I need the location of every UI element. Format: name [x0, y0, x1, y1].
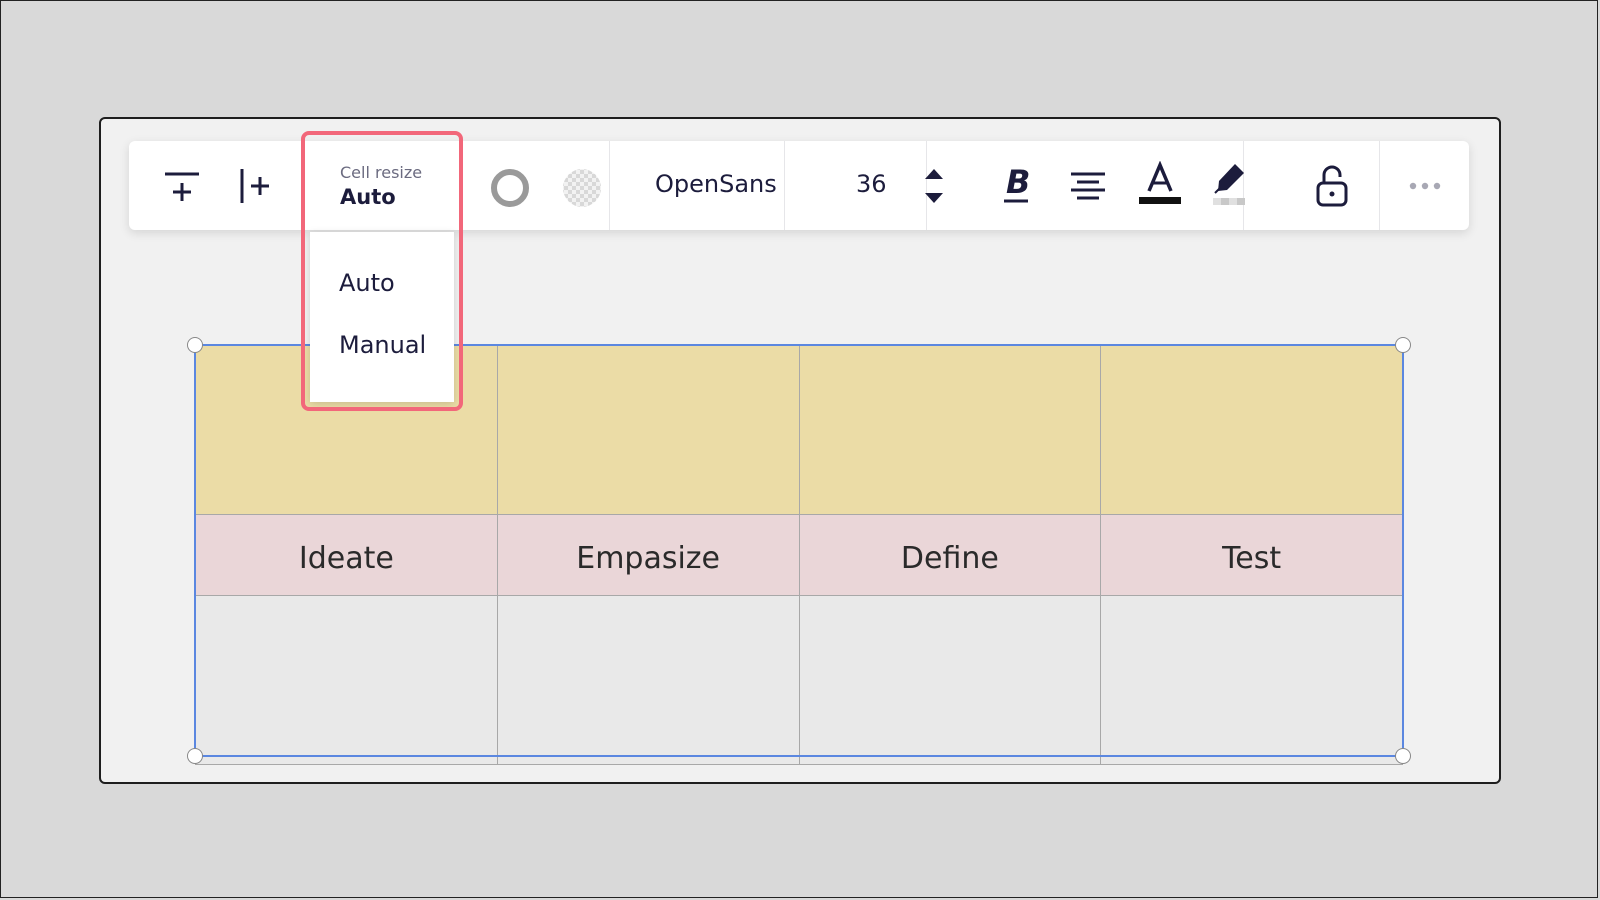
resize-handle-top-right[interactable] — [1395, 337, 1411, 353]
svg-text:B: B — [1006, 163, 1030, 201]
table-cell[interactable]: Ideate — [195, 514, 498, 596]
font-size-decrease-button[interactable] — [920, 187, 948, 209]
font-size-increase-button[interactable] — [920, 163, 948, 185]
table-cell[interactable] — [195, 595, 498, 765]
table-cell[interactable] — [496, 595, 800, 765]
table-cell[interactable]: Empasize — [496, 514, 800, 596]
lock-button[interactable] — [1310, 160, 1354, 212]
table-row — [195, 595, 1403, 765]
table-cell[interactable] — [1100, 345, 1403, 515]
table-cell[interactable] — [496, 345, 800, 515]
transparent-fill-icon — [563, 169, 601, 207]
dropdown-option-manual[interactable]: Manual — [339, 331, 426, 359]
add-column-button[interactable] — [232, 164, 276, 208]
cell-resize-label: Cell resize — [340, 163, 423, 182]
table-cell[interactable] — [798, 345, 1102, 515]
table-cell[interactable]: Test — [1100, 514, 1403, 596]
cell-resize-dropdown: Auto Manual — [310, 232, 454, 402]
border-circle-icon — [491, 169, 529, 207]
table-cell[interactable] — [798, 595, 1102, 765]
table-row: Ideate Empasize Define Test — [195, 514, 1403, 596]
add-column-icon — [240, 169, 269, 203]
add-row-button[interactable] — [160, 164, 204, 208]
caret-down-icon — [925, 193, 943, 203]
cell-resize-select[interactable]: Cell resize Auto — [310, 141, 454, 230]
highlight-button[interactable] — [1208, 160, 1254, 212]
toolbar-divider — [784, 141, 785, 230]
align-center-icon — [1071, 172, 1105, 200]
resize-handle-top-left[interactable] — [187, 337, 203, 353]
bold-icon: B — [1004, 163, 1030, 203]
text-color-icon — [1139, 161, 1181, 204]
dropdown-option-auto[interactable]: Auto — [339, 269, 395, 297]
highlighter-icon — [1213, 164, 1245, 205]
font-family-select[interactable]: OpenSans — [655, 170, 777, 198]
table-object[interactable]: Ideate Empasize Define Test — [195, 345, 1403, 765]
more-icon — [1409, 182, 1441, 190]
resize-handle-bottom-left[interactable] — [187, 748, 203, 764]
toolbar-divider — [609, 141, 610, 230]
toolbar-divider — [926, 141, 927, 230]
more-button[interactable] — [1400, 170, 1450, 202]
table-cell[interactable] — [1100, 595, 1403, 765]
align-button[interactable] — [1066, 164, 1110, 208]
unlock-icon — [1316, 165, 1348, 207]
cell-resize-value: Auto — [340, 185, 396, 209]
caret-up-icon — [925, 169, 943, 179]
resize-handle-bottom-right[interactable] — [1395, 748, 1411, 764]
bold-button[interactable]: B — [995, 160, 1039, 210]
fill-color-button[interactable] — [558, 164, 606, 212]
add-row-icon — [165, 172, 199, 201]
table-cell[interactable]: Define — [798, 514, 1102, 596]
text-color-button[interactable] — [1136, 160, 1184, 212]
data-table: Ideate Empasize Define Test — [195, 345, 1403, 765]
toolbar-divider — [1379, 141, 1380, 230]
border-style-button[interactable] — [486, 164, 534, 212]
font-size-input[interactable]: 36 — [856, 170, 887, 198]
